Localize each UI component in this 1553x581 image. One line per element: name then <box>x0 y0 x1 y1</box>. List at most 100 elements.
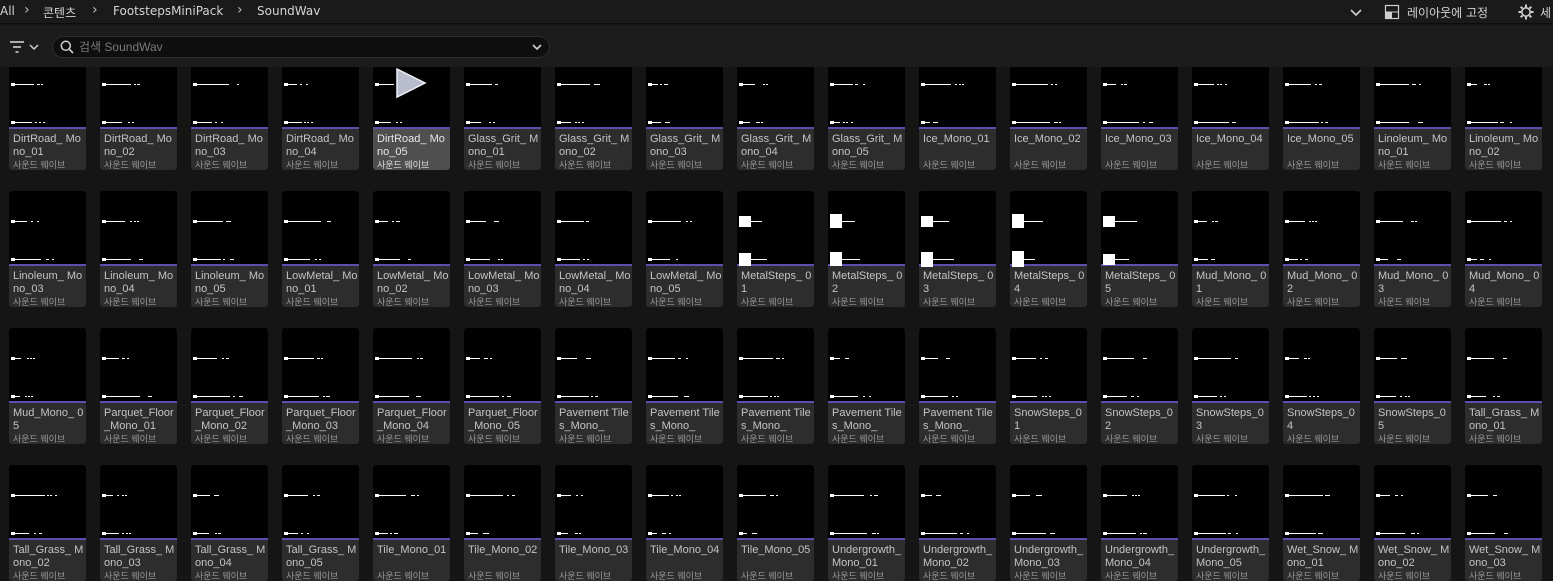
asset-tile[interactable]: Parquet_Floor _Mono_03 사운드 웨이브 <box>282 328 359 444</box>
asset-tile[interactable]: Ice_Mono_05 사운드 웨이브 <box>1283 67 1360 170</box>
breadcrumb-item-content[interactable]: 콘텐츠 <box>43 4 76 21</box>
asset-tile[interactable]: Undergrowth_ Mono_05 사운드 웨이브 <box>1192 465 1269 581</box>
waveform-thumbnail <box>1010 465 1087 540</box>
waveform-line <box>11 495 45 496</box>
asset-type-label: 사운드 웨이브 <box>286 434 339 444</box>
filter-button[interactable] <box>9 39 40 55</box>
waveform-dot <box>214 495 216 496</box>
asset-tile[interactable]: Tile_Mono_01 사운드 웨이브 <box>373 465 450 581</box>
waveform-peak <box>1103 532 1107 535</box>
asset-tile[interactable]: Wet_Snow_ Mono_01 사운드 웨이브 <box>1283 465 1360 581</box>
asset-name: Pavement Tiles_Mono_ <box>559 407 629 432</box>
asset-tile[interactable]: MetalSteps_ 02 사운드 웨이브 <box>828 191 905 307</box>
asset-tile[interactable]: Pavement Tiles_Mono_ 사운드 웨이브 <box>919 328 996 444</box>
asset-name: Pavement Tiles_Mono_ <box>741 407 811 432</box>
play-icon[interactable] <box>393 67 429 99</box>
asset-tile[interactable]: Parquet_Floor _Mono_04 사운드 웨이브 <box>373 328 450 444</box>
asset-tile[interactable]: Glass_Grit_ Mono_03 사운드 웨이브 <box>646 67 723 170</box>
asset-tile[interactable]: Ice_Mono_01 사운드 웨이브 <box>919 67 996 170</box>
waveform-line <box>1194 358 1231 359</box>
asset-name: Tall_Grass_ Mono_02 <box>13 544 84 569</box>
asset-tile[interactable]: Undergrowth_ Mono_02 사운드 웨이브 <box>919 465 996 581</box>
asset-tile[interactable]: Pavement Tiles_Mono_ 사운드 웨이브 <box>737 328 814 444</box>
asset-tile[interactable]: SnowSteps_04 사운드 웨이브 <box>1283 328 1360 444</box>
asset-tile[interactable]: MetalSteps_ 03 사운드 웨이브 <box>919 191 996 307</box>
asset-tile[interactable]: Tall_Grass_ Mono_03 사운드 웨이브 <box>100 465 177 581</box>
asset-tile[interactable]: Parquet_Floor _Mono_02 사운드 웨이브 <box>191 328 268 444</box>
asset-tile[interactable]: Linoleum_ Mono_02 사운드 웨이브 <box>1465 67 1542 170</box>
search-input[interactable] <box>79 39 519 55</box>
asset-tile[interactable]: DirtRoad_ Mono_04 사운드 웨이브 <box>282 67 359 170</box>
asset-tile[interactable]: MetalSteps_ 04 사운드 웨이브 <box>1010 191 1087 307</box>
asset-tile[interactable]: Tall_Grass_ Mono_01 사운드 웨이브 <box>1465 328 1542 444</box>
asset-tile[interactable]: Tall_Grass_ Mono_02 사운드 웨이브 <box>9 465 86 581</box>
asset-tile[interactable]: LowMetal_ Mono_02 사운드 웨이브 <box>373 191 450 307</box>
asset-tile[interactable]: Undergrowth_ Mono_03 사운드 웨이브 <box>1010 465 1087 581</box>
asset-tile[interactable]: Mud_Mono_ 02 사운드 웨이브 <box>1283 191 1360 307</box>
asset-tile[interactable]: SnowSteps_02 사운드 웨이브 <box>1101 328 1178 444</box>
breadcrumb-item-soundwav[interactable]: SoundWav <box>257 4 320 18</box>
asset-tile[interactable]: Pavement Tiles_Mono_ 사운드 웨이브 <box>555 328 632 444</box>
asset-tile[interactable]: DirtRoad_ Mono_02 사운드 웨이브 <box>100 67 177 170</box>
waveform-peak <box>921 216 933 227</box>
asset-tile[interactable]: LowMetal_ Mono_04 사운드 웨이브 <box>555 191 632 307</box>
asset-name: Linoleum_ Mono_04 <box>104 270 174 295</box>
asset-tile[interactable]: Mud_Mono_ 03 사운드 웨이브 <box>1374 191 1451 307</box>
waveform-thumbnail <box>373 328 450 403</box>
asset-tile[interactable]: Ice_Mono_04 사운드 웨이브 <box>1192 67 1269 170</box>
asset-tile[interactable]: LowMetal_ Mono_01 사운드 웨이브 <box>282 191 359 307</box>
waveform-dot <box>489 122 491 123</box>
asset-tile[interactable]: Parquet_Floor _Mono_01 사운드 웨이브 <box>100 328 177 444</box>
asset-tile[interactable]: Mud_Mono_ 04 사운드 웨이브 <box>1465 191 1542 307</box>
asset-tile[interactable]: Glass_Grit_ Mono_05 사운드 웨이브 <box>828 67 905 170</box>
asset-tile[interactable]: SnowSteps_03 사운드 웨이브 <box>1192 328 1269 444</box>
asset-tile[interactable]: Linoleum_ Mono_01 사운드 웨이브 <box>1374 67 1451 170</box>
waveform-dot <box>134 84 136 85</box>
asset-tile[interactable]: Linoleum_ Mono_03 사운드 웨이브 <box>9 191 86 307</box>
asset-tile[interactable]: Glass_Grit_ Mono_02 사운드 웨이브 <box>555 67 632 170</box>
waveform-peak <box>1194 258 1198 261</box>
asset-tile[interactable]: Linoleum_ Mono_05 사운드 웨이브 <box>191 191 268 307</box>
asset-tile[interactable]: SnowSteps_05 사운드 웨이브 <box>1374 328 1451 444</box>
path-history-dropdown[interactable] <box>1348 4 1364 20</box>
lock-to-layout-button[interactable]: 레이아웃에 고정 <box>1384 3 1488 21</box>
asset-tile[interactable]: Undergrowth_ Mono_04 사운드 웨이브 <box>1101 465 1178 581</box>
settings-button[interactable]: 세 <box>1518 3 1551 21</box>
asset-tile[interactable]: DirtRoad_ Mono_05 사운드 웨이브 <box>373 67 450 170</box>
asset-tile[interactable]: LowMetal_ Mono_05 사운드 웨이브 <box>646 191 723 307</box>
breadcrumb-item-footstepsminipack[interactable]: FootstepsMiniPack <box>113 4 223 18</box>
asset-tile[interactable]: MetalSteps_ 01 사운드 웨이브 <box>737 191 814 307</box>
asset-tile[interactable]: Ice_Mono_03 사운드 웨이브 <box>1101 67 1178 170</box>
asset-tile[interactable]: Wet_Snow_ Mono_03 사운드 웨이브 <box>1465 465 1542 581</box>
asset-tile[interactable]: MetalSteps_ 05 사운드 웨이브 <box>1101 191 1178 307</box>
asset-tile[interactable]: Tile_Mono_04 사운드 웨이브 <box>646 465 723 581</box>
asset-tile[interactable]: Parquet_Floor _Mono_05 사운드 웨이브 <box>464 328 541 444</box>
asset-tile[interactable]: DirtRoad_ Mono_01 사운드 웨이브 <box>9 67 86 170</box>
search-options-chevron-down-icon[interactable] <box>531 41 543 53</box>
asset-tile[interactable]: Pavement Tiles_Mono_ 사운드 웨이브 <box>828 328 905 444</box>
asset-tile[interactable]: Ice_Mono_02 사운드 웨이브 <box>1010 67 1087 170</box>
asset-tile[interactable]: Tile_Mono_05 사운드 웨이브 <box>737 465 814 581</box>
asset-tile[interactable]: Wet_Snow_ Mono_02 사운드 웨이브 <box>1374 465 1451 581</box>
asset-tile[interactable]: Pavement Tiles_Mono_ 사운드 웨이브 <box>646 328 723 444</box>
breadcrumb-item-all[interactable]: All <box>0 4 15 18</box>
waveform-dot <box>1235 495 1237 496</box>
asset-tile[interactable]: Undergrowth_ Mono_01 사운드 웨이브 <box>828 465 905 581</box>
asset-tile[interactable]: SnowSteps_01 사운드 웨이브 <box>1010 328 1087 444</box>
asset-tile[interactable]: Tile_Mono_02 사운드 웨이브 <box>464 465 541 581</box>
asset-tile[interactable]: Mud_Mono_ 05 사운드 웨이브 <box>9 328 86 444</box>
asset-tile[interactable]: Tall_Grass_ Mono_05 사운드 웨이브 <box>282 465 359 581</box>
asset-tile[interactable]: Glass_Grit_ Mono_01 사운드 웨이브 <box>464 67 541 170</box>
asset-tile[interactable]: Linoleum_ Mono_04 사운드 웨이브 <box>100 191 177 307</box>
asset-tile[interactable]: Mud_Mono_ 01 사운드 웨이브 <box>1192 191 1269 307</box>
asset-tile[interactable]: Tall_Grass_ Mono_04 사운드 웨이브 <box>191 465 268 581</box>
waveform-peak <box>102 395 106 398</box>
waveform-peak <box>1376 220 1380 223</box>
asset-tile[interactable]: DirtRoad_ Mono_03 사운드 웨이브 <box>191 67 268 170</box>
asset-tile[interactable]: LowMetal_ Mono_03 사운드 웨이브 <box>464 191 541 307</box>
asset-type-label: 사운드 웨이브 <box>286 571 339 581</box>
asset-tile[interactable]: Tile_Mono_03 사운드 웨이브 <box>555 465 632 581</box>
waveform-dot <box>1300 259 1302 260</box>
waveform-dot <box>1488 84 1490 85</box>
asset-tile[interactable]: Glass_Grit_ Mono_04 사운드 웨이브 <box>737 67 814 170</box>
